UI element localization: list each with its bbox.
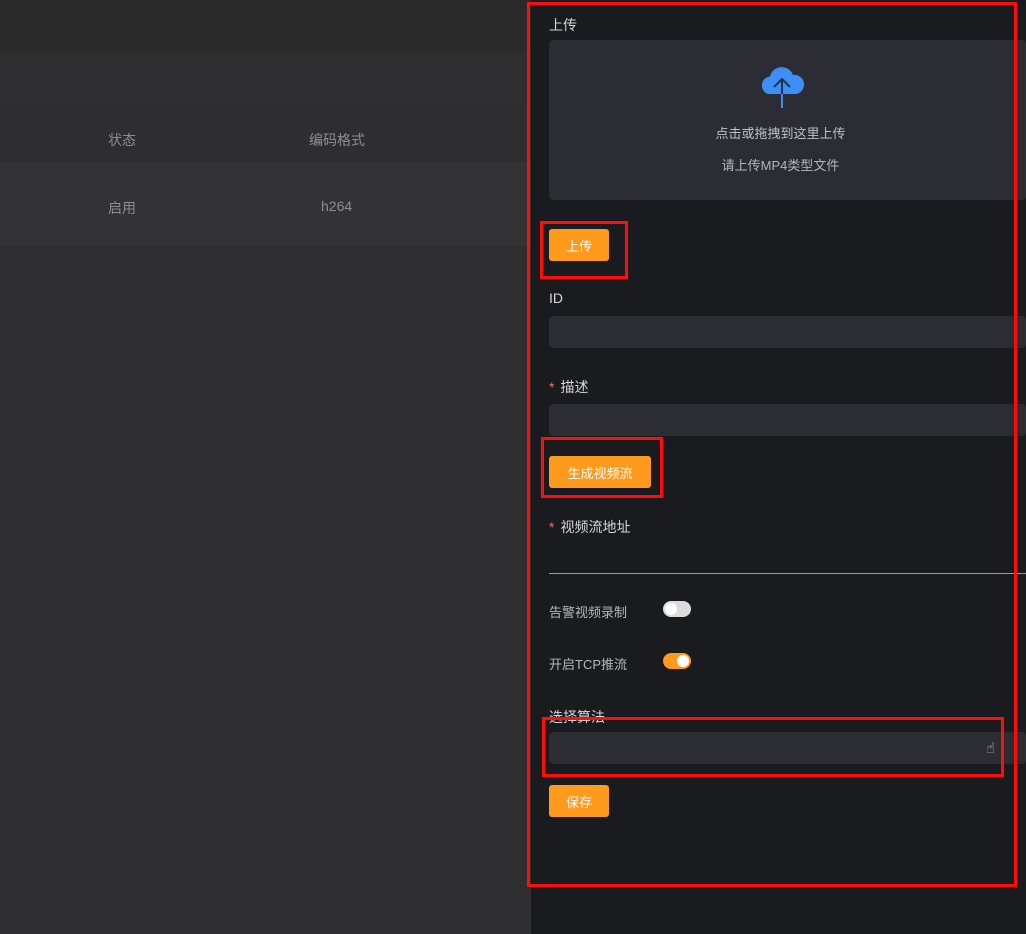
- upload-label: 上传: [549, 17, 577, 33]
- column-header-codec: 编码格式: [309, 132, 365, 148]
- generate-stream-button[interactable]: 生成视频流: [549, 456, 651, 488]
- top-bar: [0, 0, 531, 53]
- column-header-status: 状态: [108, 132, 136, 148]
- algorithm-select[interactable]: ☝: [549, 732, 1026, 764]
- alarm-record-toggle[interactable]: [663, 601, 691, 617]
- table-row[interactable]: 启用 h264: [0, 162, 531, 246]
- save-button[interactable]: 保存: [549, 785, 609, 817]
- cloud-upload-icon: [761, 67, 805, 108]
- upload-dropzone[interactable]: 点击或拖拽到这里上传 请上传MP4类型文件: [549, 40, 1026, 200]
- tcp-push-toggle[interactable]: [663, 653, 691, 669]
- stream-url-label-text: 视频流地址: [560, 519, 631, 535]
- id-input[interactable]: [549, 316, 1026, 348]
- description-input[interactable]: [549, 404, 1026, 436]
- id-label: ID: [549, 290, 563, 306]
- cell-codec: h264: [321, 198, 353, 214]
- cell-status: 启用: [108, 200, 136, 216]
- algorithm-label: 选择算法: [549, 709, 605, 725]
- tcp-push-label: 开启TCP推流: [549, 657, 628, 672]
- description-label: * 描述: [549, 379, 589, 395]
- description-label-text: 描述: [560, 379, 589, 395]
- alarm-record-label: 告警视频录制: [549, 605, 628, 620]
- upload-button[interactable]: 上传: [549, 229, 609, 261]
- table-header: 状态 编码格式: [0, 100, 531, 162]
- stream-url-input[interactable]: [549, 540, 1026, 574]
- upload-tip: 请上传MP4类型文件: [721, 158, 840, 173]
- stream-url-label: * 视频流地址: [549, 519, 631, 535]
- upload-hint: 点击或拖拽到这里上传: [715, 126, 846, 141]
- hand-pointer-icon: ☝: [986, 740, 996, 757]
